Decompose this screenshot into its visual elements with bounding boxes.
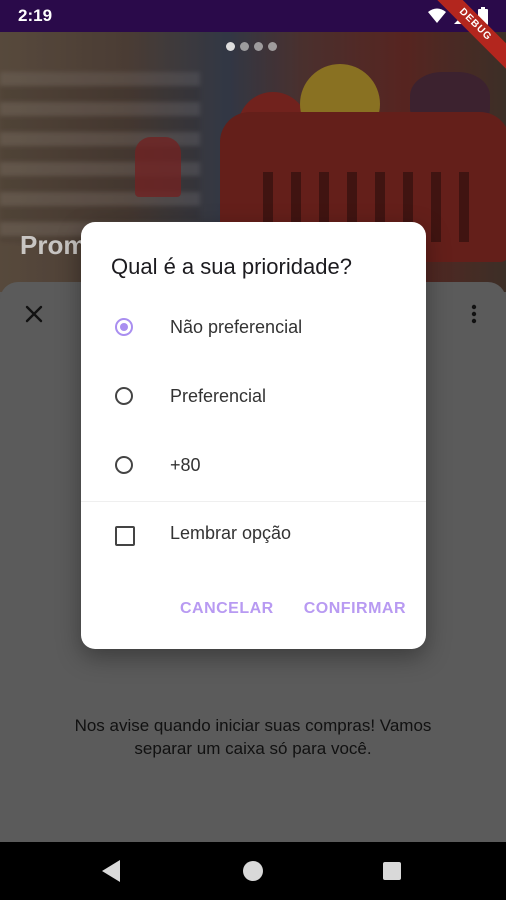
remember-option[interactable]: Lembrar opção <box>81 505 426 565</box>
dialog-divider <box>81 501 426 502</box>
option-label: Não preferencial <box>170 317 303 337</box>
dialog-actions: CANCELAR CONFIRMAR <box>180 600 406 618</box>
confirm-button[interactable]: CONFIRMAR <box>304 600 406 618</box>
status-time: 2:19 <box>18 6 53 25</box>
dialog-title: Qual é a sua prioridade? <box>111 254 352 279</box>
recents-icon[interactable] <box>383 862 401 880</box>
sheet-message-line: separar um caixa só para você. <box>134 739 372 758</box>
radio-unselected-icon[interactable] <box>115 456 133 474</box>
wifi-icon <box>428 8 446 29</box>
status-bar: 2:19 <box>0 0 506 32</box>
carousel-dot[interactable] <box>268 42 277 51</box>
carousel-dot[interactable] <box>226 42 235 51</box>
option-plus-80[interactable]: +80 <box>81 437 426 497</box>
hero-title: Prom <box>20 230 87 260</box>
remember-label: Lembrar opção <box>170 523 292 543</box>
system-nav-bar <box>0 842 506 900</box>
radio-unselected-icon[interactable] <box>115 387 133 405</box>
option-preferencial[interactable]: Preferencial <box>81 368 426 428</box>
sheet-message: Nos avise quando iniciar suas compras! V… <box>0 714 506 760</box>
radio-selected-icon[interactable] <box>115 318 133 336</box>
app-screen: 2:19 DEBUG Prom Nos avise quando iniciar… <box>0 0 506 900</box>
carousel-dot[interactable] <box>240 42 249 51</box>
back-icon[interactable] <box>102 860 120 882</box>
cancel-button[interactable]: CANCELAR <box>180 600 274 618</box>
checkbox-icon[interactable] <box>115 526 135 546</box>
more-vert-icon[interactable] <box>462 302 486 326</box>
carousel-indicator <box>226 42 277 51</box>
option-nao-preferencial[interactable]: Não preferencial <box>81 299 426 359</box>
home-icon[interactable] <box>243 861 263 881</box>
carousel-dot[interactable] <box>254 42 263 51</box>
priority-dialog: Qual é a sua prioridade? Não preferencia… <box>81 222 426 649</box>
option-label: +80 <box>170 455 201 475</box>
close-icon[interactable] <box>22 302 46 326</box>
sheet-message-line: Nos avise quando iniciar suas compras! V… <box>74 716 432 735</box>
option-label: Preferencial <box>170 386 267 406</box>
